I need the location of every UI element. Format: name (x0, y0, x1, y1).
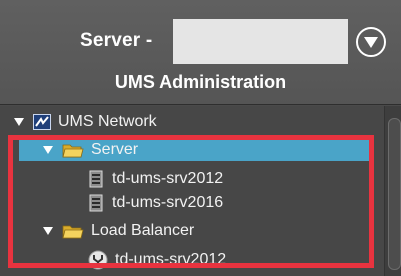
expand-toggle-icon[interactable] (43, 146, 53, 154)
server-name-redacted (173, 19, 348, 64)
tree-item-label: td-ums-srv2012 (115, 251, 227, 268)
tree-item-load-balancer[interactable]: td-ums-srv2012 (88, 249, 226, 271)
tree-scrollbar[interactable] (384, 106, 401, 276)
server-label: Server - (80, 30, 153, 51)
tree-item-load-balancer-folder[interactable]: Load Balancer (43, 220, 194, 242)
scrollbar-thumb[interactable] (388, 118, 401, 270)
tree-item-label: Server (91, 141, 139, 158)
server-icon (89, 194, 103, 212)
navigation-tree: UMS Network Server td-ums-srv2012 td-ums… (0, 106, 384, 276)
tree-item-label: Load Balancer (91, 222, 195, 239)
ums-network-icon (33, 114, 51, 130)
server-menu-button[interactable] (356, 27, 386, 57)
tree-item-label: UMS Network (58, 113, 157, 130)
expand-toggle-icon[interactable] (14, 118, 24, 126)
ums-admin-window: Server - UMS Administration UMS Network (0, 0, 401, 276)
load-balancer-icon (88, 250, 108, 270)
tree-item-ums-network[interactable]: UMS Network (14, 111, 157, 133)
chevron-down-circle-icon (364, 37, 378, 48)
folder-icon (62, 225, 84, 239)
page-title: UMS Administration (114, 72, 287, 92)
tree-item-label: td-ums-srv2016 (112, 194, 224, 211)
folder-icon (62, 144, 84, 158)
server-icon (89, 170, 103, 188)
tree-item-label: td-ums-srv2012 (112, 170, 224, 187)
header-bar: Server - UMS Administration (0, 0, 401, 105)
expand-toggle-icon[interactable] (43, 227, 53, 235)
tree-item-server[interactable]: td-ums-srv2016 (89, 192, 223, 214)
tree-item-server-folder[interactable]: Server (19, 139, 371, 161)
tree-item-server[interactable]: td-ums-srv2012 (89, 168, 223, 190)
